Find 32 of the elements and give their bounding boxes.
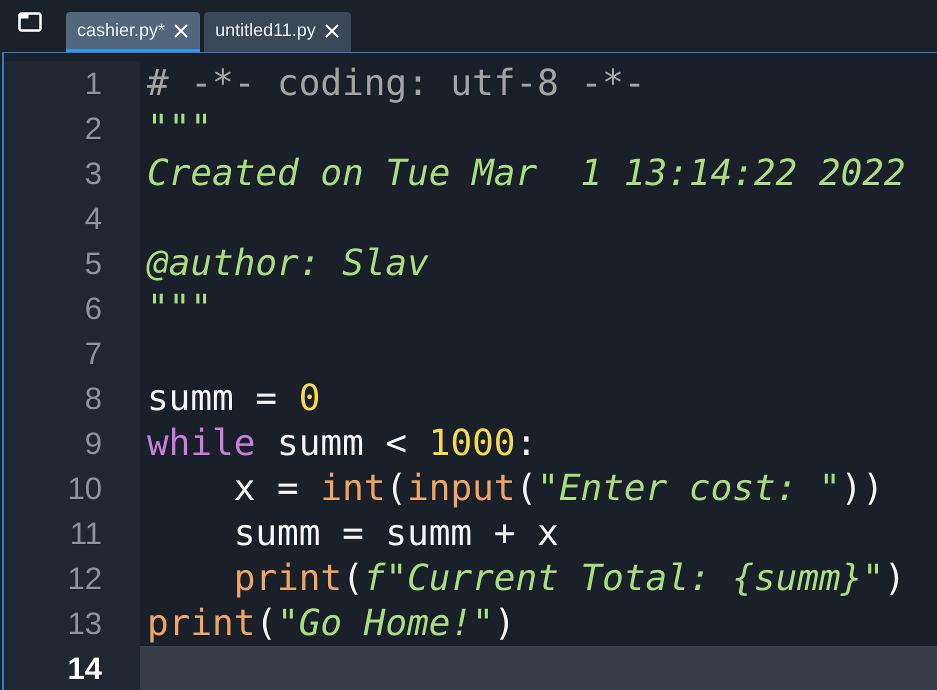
line-number: 7 — [4, 331, 140, 376]
tab[interactable]: untitled11.py — [204, 12, 351, 52]
line-number: 6 — [4, 286, 140, 331]
code-line: """ — [147, 288, 212, 329]
tab-label: cashier.py* — [77, 19, 166, 42]
tab-label: untitled11.py — [215, 19, 316, 42]
code-line: print("Go Home!") — [147, 603, 516, 644]
line-number: 11 — [4, 511, 140, 556]
close-icon[interactable] — [173, 22, 190, 38]
code-line: # -*- coding: utf-8 -*- — [147, 63, 646, 104]
code-line: while summ < 1000: — [147, 423, 538, 464]
line-number: 5 — [4, 241, 140, 286]
line-number: 9 — [4, 421, 140, 466]
line-number: 4 — [4, 196, 140, 241]
tab[interactable]: cashier.py* — [66, 12, 200, 52]
code-line: summ = 0 — [147, 378, 320, 419]
line-number: 14 — [4, 646, 140, 690]
code-line: summ = summ + x — [232, 513, 559, 554]
line-number: 8 — [4, 376, 140, 421]
line-number: 13 — [4, 601, 140, 646]
code-line: """ — [147, 108, 212, 149]
close-icon[interactable] — [324, 22, 340, 38]
code-line: @author: Slav — [147, 243, 429, 284]
code-line: Created on Tue Mar 1 13:14:22 2022 — [147, 153, 906, 194]
line-number: 2 — [4, 106, 140, 151]
line-number: 10 — [4, 466, 140, 511]
line-number: 1 — [4, 61, 140, 106]
code-line: print(f"Current Total: {summ}") — [232, 558, 906, 599]
line-number: 12 — [4, 556, 140, 601]
code-line: x = int(input("Enter cost: ")) — [232, 468, 884, 509]
window-icon[interactable] — [18, 12, 42, 32]
line-number: 3 — [4, 151, 140, 196]
